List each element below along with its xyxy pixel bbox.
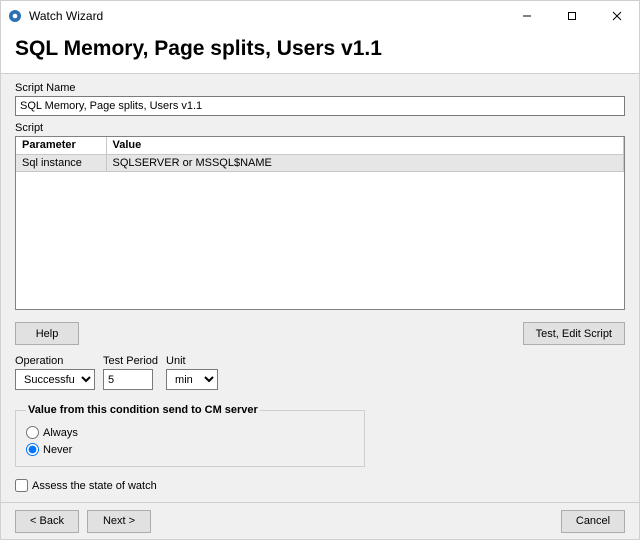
send-to-cm-legend: Value from this condition send to CM ser… xyxy=(26,404,260,416)
maximize-button[interactable] xyxy=(549,1,594,31)
client-area: Script Name Script Parameter Value Sql i… xyxy=(1,73,639,502)
operation-label: Operation xyxy=(15,355,95,367)
header: SQL Memory, Page splits, Users v1.1 xyxy=(1,31,639,73)
close-button[interactable] xyxy=(594,1,639,31)
radio-always[interactable] xyxy=(26,426,39,439)
radio-never[interactable] xyxy=(26,443,39,456)
assess-label: Assess the state of watch xyxy=(32,480,157,492)
test-period-label: Test Period xyxy=(103,355,158,367)
col-header-parameter: Parameter xyxy=(16,137,106,154)
script-name-input[interactable] xyxy=(15,96,625,116)
window-title: Watch Wizard xyxy=(29,9,103,23)
page-title: SQL Memory, Page splits, Users v1.1 xyxy=(15,37,625,61)
window-controls xyxy=(504,1,639,31)
operation-row: Operation Successful Test Period Unit mi… xyxy=(15,355,625,390)
cancel-button[interactable]: Cancel xyxy=(561,510,625,533)
cell-param: Sql instance xyxy=(16,154,106,171)
back-button[interactable]: < Back xyxy=(15,510,79,533)
radio-never-label: Never xyxy=(43,444,72,456)
test-edit-script-button[interactable]: Test, Edit Script xyxy=(523,322,625,345)
test-period-input[interactable] xyxy=(103,369,153,390)
unit-select[interactable]: min xyxy=(166,369,218,390)
radio-always-row[interactable]: Always xyxy=(26,426,354,439)
app-icon xyxy=(7,8,23,24)
send-to-cm-group: Value from this condition send to CM ser… xyxy=(15,404,365,467)
unit-label: Unit xyxy=(166,355,218,367)
cell-value: SQLSERVER or MSSQL$NAME xyxy=(106,154,624,171)
table-row[interactable]: Sql instance SQLSERVER or MSSQL$NAME xyxy=(16,154,624,171)
radio-always-label: Always xyxy=(43,427,78,439)
script-grid[interactable]: Parameter Value Sql instance SQLSERVER o… xyxy=(15,136,625,310)
footer: < Back Next > Cancel xyxy=(1,502,639,539)
titlebar: Watch Wizard xyxy=(1,1,639,31)
assess-checkbox[interactable] xyxy=(15,479,28,492)
minimize-button[interactable] xyxy=(504,1,549,31)
table-header-row: Parameter Value xyxy=(16,137,624,154)
help-button[interactable]: Help xyxy=(15,322,79,345)
operation-select[interactable]: Successful xyxy=(15,369,95,390)
col-header-value: Value xyxy=(106,137,624,154)
radio-never-row[interactable]: Never xyxy=(26,443,354,456)
grid-buttons-row: Help Test, Edit Script xyxy=(15,322,625,345)
script-name-label: Script Name xyxy=(15,82,625,94)
assess-row[interactable]: Assess the state of watch xyxy=(15,479,625,492)
script-section-label: Script xyxy=(15,122,625,134)
next-button[interactable]: Next > xyxy=(87,510,151,533)
